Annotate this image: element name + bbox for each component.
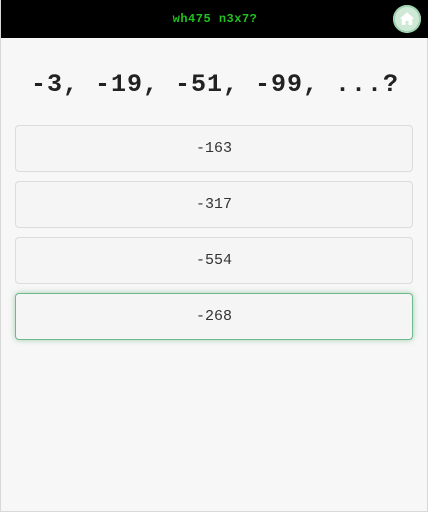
home-icon <box>399 12 415 25</box>
top-bar: wh475 n3x7? <box>1 0 428 38</box>
answer-option-3[interactable]: -554 <box>15 237 413 284</box>
quiz-screen: wh475 n3x7? -3, -19, -51, -99, ...? -163… <box>0 0 428 512</box>
answer-list: -163 -317 -554 -268 <box>15 125 413 349</box>
home-button[interactable] <box>393 5 421 33</box>
answer-option-1[interactable]: -163 <box>15 125 413 172</box>
answer-option-2[interactable]: -317 <box>15 181 413 228</box>
answer-option-4[interactable]: -268 <box>15 293 413 340</box>
question-text: -3, -19, -51, -99, ...? <box>30 70 400 99</box>
app-title: wh475 n3x7? <box>172 12 258 26</box>
